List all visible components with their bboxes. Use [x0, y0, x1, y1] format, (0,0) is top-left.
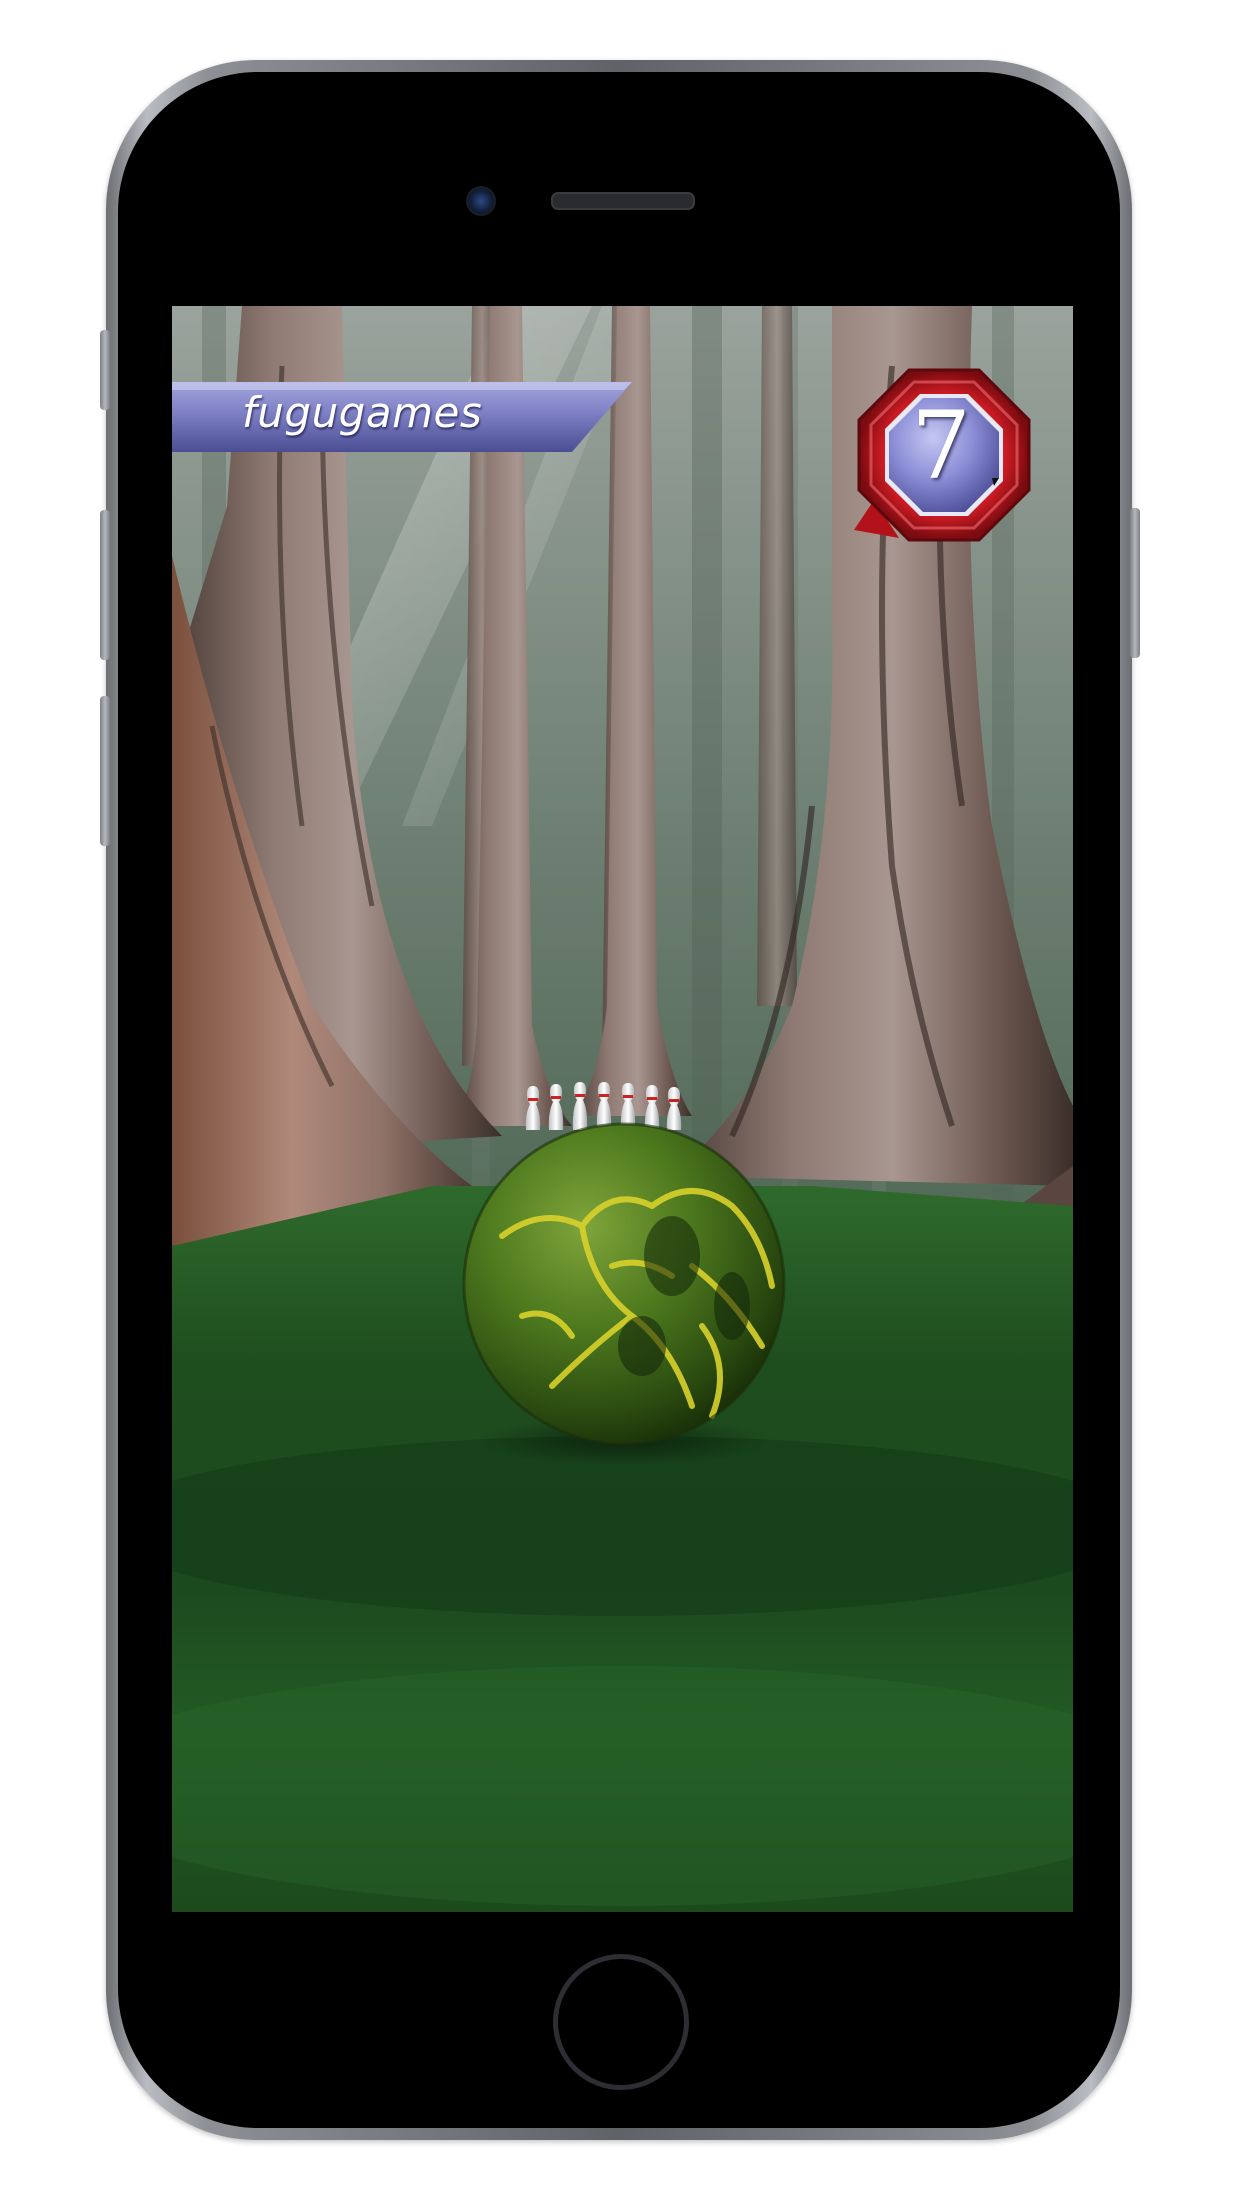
- frame-badge: 7: [834, 360, 1054, 580]
- power-button: [1130, 508, 1140, 658]
- volume-up-button: [100, 510, 110, 660]
- game-screen[interactable]: fugugames 7: [172, 306, 1073, 1912]
- player-name-banner: fugugames: [172, 382, 632, 452]
- earpiece-speaker: [551, 192, 695, 210]
- player-name: fugugames: [242, 388, 483, 437]
- volume-down-button: [100, 696, 110, 846]
- device-screenshot: fugugames 7: [0, 0, 1242, 2208]
- front-camera: [466, 186, 496, 216]
- home-button[interactable]: [553, 1954, 689, 2090]
- bowling-ball-icon: [462, 1122, 786, 1446]
- frame-number: 7: [911, 392, 971, 501]
- mute-switch: [100, 330, 110, 410]
